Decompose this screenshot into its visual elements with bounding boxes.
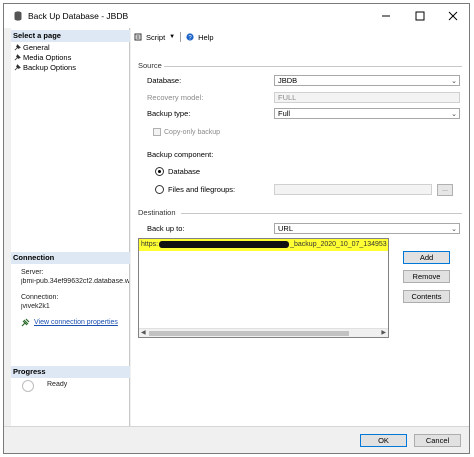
database-select[interactable]: JBDB ⌄ [274,75,460,86]
cancel-button[interactable]: Cancel [414,434,461,447]
chevron-down-icon[interactable]: ▼ [169,34,175,40]
chevron-right-icon[interactable]: ▶ [381,329,386,336]
help-button[interactable]: Help [198,33,213,42]
destination-group-label: Destination [138,208,176,217]
page-item-label: General [23,43,50,52]
page-item-general[interactable]: General [14,43,50,52]
database-option-row[interactable]: Database [155,167,200,176]
connection-label: Connection: [21,294,59,301]
back-up-to-select[interactable]: URL ⌄ [274,223,460,234]
page-item-media-options[interactable]: Media Options [14,53,71,62]
connection-value: jvivek2k1 [21,303,50,310]
title-bar: Back Up Database - JBDB [4,4,469,28]
chevron-down-icon: ⌄ [451,226,457,233]
horizontal-scrollbar[interactable]: ◀ ▶ [139,328,388,337]
chevron-down-icon: ⌄ [451,111,457,118]
wrench-icon [14,44,21,51]
wrench-icon [14,54,21,61]
right-pane: Script ▼ ? Help Source Database: JBDB ⌄ … [131,28,469,426]
chevron-left-icon[interactable]: ◀ [141,329,146,336]
contents-button[interactable]: Contents [403,290,450,303]
connection-header: Connection [11,252,130,264]
left-pane: Select a page General Media Options Back… [11,28,130,426]
recovery-model-field: FULL [274,92,460,103]
files-option-label: Files and filegroups: [168,185,236,194]
wrench-icon [14,64,21,71]
back-up-to-label: Back up to: [147,224,185,233]
list-item[interactable]: https: _backup_2020_10_07_134953 [139,239,388,251]
files-and-filegroups-field [274,184,432,195]
view-connection-properties-row: View connection properties [21,318,129,327]
database-value: JBDB [278,76,298,85]
toolbar: Script ▼ ? Help [131,28,469,46]
minimize-icon[interactable] [379,9,393,23]
toolbar-separator [180,32,182,42]
help-icon: ? [186,33,194,41]
entry-suffix: _backup_2020_10_07_134953 [290,241,387,248]
maximize-icon[interactable] [413,9,427,23]
backup-type-label: Backup type: [147,109,191,118]
remove-button[interactable]: Remove [403,270,450,283]
add-button[interactable]: Add [403,251,450,264]
redaction-mark [159,240,290,248]
page-item-label: Media Options [23,53,72,62]
copy-only-backup-row: Copy-only backup [153,128,220,136]
connection-plug-icon [21,318,30,327]
script-button[interactable]: Script [146,33,165,42]
page-item-backup-options[interactable]: Backup Options [14,63,76,72]
backup-component-label: Backup component: [147,150,214,159]
progress-spinner-icon [22,380,34,392]
files-and-filegroups-radio[interactable] [155,185,164,194]
copy-only-backup-label: Copy-only backup [164,128,221,136]
database-icon [14,11,22,21]
view-connection-properties-link[interactable]: View connection properties [34,319,118,326]
script-icon [134,33,142,41]
server-value: jbmi-pub.34ef99632cf2.database.w [21,278,129,285]
recovery-model-value: FULL [278,93,297,102]
backup-type-select[interactable]: Full ⌄ [274,108,460,119]
destination-divider [181,213,462,214]
source-divider [164,66,462,67]
back-up-database-dialog: Back Up Database - JBDB Select a page Ge… [3,3,470,454]
back-up-to-value: URL [278,224,294,233]
page-item-label: Backup Options [23,63,76,72]
database-radio[interactable] [155,167,164,176]
window-title: Back Up Database - JBDB [28,11,129,21]
close-icon[interactable] [446,9,460,23]
database-option-label: Database [168,167,201,176]
chevron-down-icon: ⌄ [451,78,457,85]
scrollbar-thumb[interactable] [149,331,349,336]
destination-list[interactable]: https: _backup_2020_10_07_134953 ◀ ▶ [138,238,389,338]
dialog-footer: OK Cancel [4,426,469,453]
ok-button[interactable]: OK [360,434,407,447]
entry-prefix: https: [141,241,159,248]
server-label: Server: [21,269,44,276]
progress-header: Progress [11,366,130,378]
browse-button: ... [437,184,453,196]
database-label: Database: [147,76,182,85]
backup-type-value: Full [278,109,291,118]
source-group-label: Source [138,61,162,70]
files-option-row[interactable]: Files and filegroups: [155,185,235,194]
select-page-header: Select a page [11,30,130,42]
recovery-model-label: Recovery model: [147,93,204,102]
copy-only-backup-checkbox[interactable] [153,128,161,136]
progress-status: Ready [47,381,68,388]
